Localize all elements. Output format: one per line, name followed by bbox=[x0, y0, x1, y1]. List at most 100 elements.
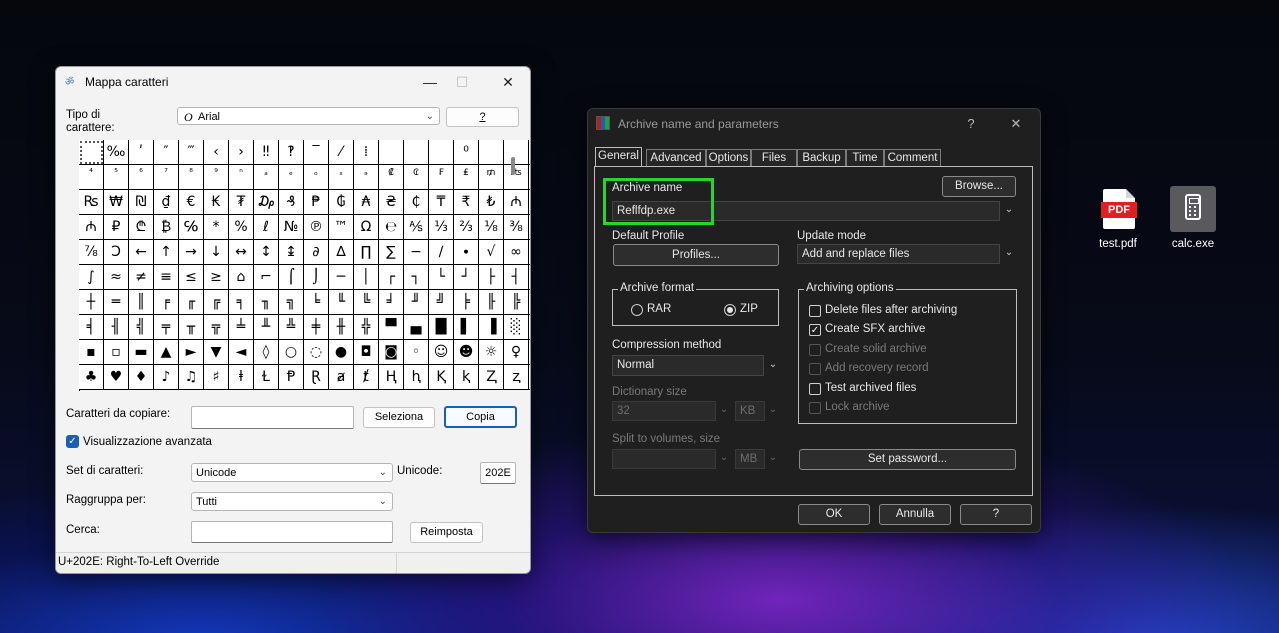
character-cell[interactable]: ♀ bbox=[504, 340, 529, 365]
select-button[interactable]: Seleziona bbox=[363, 407, 435, 428]
character-cell[interactable]: ∙ bbox=[454, 240, 479, 265]
character-cell[interactable]: ╕ bbox=[229, 290, 254, 315]
character-cell[interactable]: ₭ bbox=[204, 190, 229, 215]
character-cell[interactable]: ₡ bbox=[379, 165, 404, 190]
character-cell[interactable]: ├ bbox=[479, 265, 504, 290]
character-cell[interactable]: ─ bbox=[329, 265, 354, 290]
character-cell[interactable]: Ᵽ bbox=[279, 365, 304, 390]
grid-scrollbar[interactable] bbox=[511, 157, 515, 175]
character-cell[interactable] bbox=[529, 215, 530, 240]
character-cell[interactable]: ⱬ bbox=[504, 365, 529, 390]
charset-select[interactable]: Unicode ⌄ bbox=[191, 463, 393, 482]
character-cell[interactable]: ∆ bbox=[329, 240, 354, 265]
character-cell[interactable]: Ɫ bbox=[254, 365, 279, 390]
character-cell[interactable]: › bbox=[229, 140, 254, 165]
close-icon[interactable]: ✕ bbox=[494, 71, 522, 93]
character-cell[interactable]: ♂ bbox=[529, 340, 530, 365]
character-cell[interactable]: ₳ bbox=[354, 190, 379, 215]
character-cell[interactable]: ₩ bbox=[104, 190, 129, 215]
character-cell[interactable]: ▪ bbox=[79, 340, 104, 365]
character-cell[interactable]: ╬ bbox=[354, 315, 379, 340]
character-cell[interactable]: ◌ bbox=[304, 340, 329, 365]
character-cell[interactable]: ″ bbox=[154, 140, 179, 165]
character-cell[interactable]: ℅ bbox=[179, 215, 204, 240]
character-cell[interactable]: ╤ bbox=[154, 315, 179, 340]
character-cell[interactable]: ╒ bbox=[154, 290, 179, 315]
character-cell[interactable]: ⅍ bbox=[404, 215, 429, 240]
compression-select[interactable]: Normal bbox=[612, 355, 764, 376]
character-cell[interactable]: ↕ bbox=[254, 240, 279, 265]
desktop-icon-test-pdf[interactable]: PDF test.pdf bbox=[1087, 189, 1149, 255]
character-cell[interactable]: ╖ bbox=[254, 290, 279, 315]
set-password-button[interactable]: Set password... bbox=[799, 449, 1016, 470]
character-cell[interactable] bbox=[529, 190, 530, 215]
character-cell[interactable]: ₯ bbox=[254, 190, 279, 215]
character-cell[interactable]: ℓ bbox=[254, 215, 279, 240]
character-cell[interactable] bbox=[529, 140, 530, 165]
character-cell[interactable]: ▄ bbox=[404, 315, 429, 340]
character-cell[interactable]: ↑ bbox=[154, 240, 179, 265]
copy-button[interactable]: Copia bbox=[444, 406, 517, 428]
create-sfx-checkbox[interactable]: ✓ bbox=[809, 324, 821, 336]
character-cell[interactable]: ∞ bbox=[504, 240, 529, 265]
character-grid[interactable]: ‰ ʹ ″ ‴ ‹ › ‼ ‽ ‾ ⁄ ⁞ ⁰ ⁴ ⁵ ⁶ ⁷ ⁸ ⁹ ⁿ ₐ ₑ ₒ ₓ ₔ ₡ ₢ ₣ ₤ ₥ ₧ ₨ ₩ ₪ ₫ € ₭ ₮ ₯ ₰ ₱… bbox=[79, 140, 530, 391]
character-cell[interactable]: └ bbox=[429, 265, 454, 290]
help-button[interactable]: ? bbox=[960, 504, 1032, 525]
ok-button[interactable]: OK bbox=[798, 504, 870, 525]
character-cell[interactable]: ₵ bbox=[404, 190, 429, 215]
character-cell[interactable] bbox=[429, 140, 454, 165]
character-cell[interactable] bbox=[479, 140, 504, 165]
character-cell[interactable]: ╣ bbox=[129, 315, 154, 340]
character-cell[interactable]: ⁷ bbox=[154, 165, 179, 190]
character-cell[interactable] bbox=[529, 290, 530, 315]
character-cell[interactable]: ⅛ bbox=[479, 215, 504, 240]
character-cell[interactable]: ▌ bbox=[454, 315, 479, 340]
character-cell[interactable]: ╠ bbox=[504, 290, 529, 315]
character-cell[interactable]: ₑ bbox=[279, 165, 304, 190]
character-cell[interactable]: ⁹ bbox=[204, 165, 229, 190]
character-cell[interactable]: ♦ bbox=[129, 365, 154, 390]
character-cell[interactable]: ⌐ bbox=[254, 265, 279, 290]
advanced-view-checkbox[interactable]: ✓ bbox=[66, 435, 79, 448]
character-cell[interactable]: ₐ bbox=[254, 165, 279, 190]
character-cell[interactable]: ⅓ bbox=[429, 215, 454, 240]
character-cell[interactable]: ‹ bbox=[204, 140, 229, 165]
character-cell[interactable]: █ bbox=[429, 315, 454, 340]
character-cell[interactable]: ♫ bbox=[179, 365, 204, 390]
character-cell[interactable]: ₒ bbox=[304, 165, 329, 190]
copy-field[interactable] bbox=[191, 406, 354, 429]
character-cell[interactable]: ▲ bbox=[154, 340, 179, 365]
character-cell[interactable]: ₺ bbox=[479, 190, 504, 215]
character-cell[interactable]: ╨ bbox=[254, 315, 279, 340]
character-cell[interactable]: ‾ bbox=[304, 140, 329, 165]
character-cell[interactable]: ▼ bbox=[204, 340, 229, 365]
test-archived-checkbox[interactable] bbox=[809, 383, 821, 395]
character-cell[interactable]: € bbox=[179, 190, 204, 215]
character-cell[interactable]: ₹ bbox=[454, 190, 479, 215]
delete-files-checkbox[interactable] bbox=[809, 305, 821, 317]
character-cell[interactable]: ₼ bbox=[79, 215, 104, 240]
character-cell[interactable] bbox=[404, 140, 429, 165]
character-cell[interactable]: ₮ bbox=[229, 190, 254, 215]
tab-time[interactable]: Time bbox=[846, 149, 884, 166]
character-cell[interactable]: ‴ bbox=[179, 140, 204, 165]
chevron-down-icon[interactable]: ⌄ bbox=[1001, 247, 1017, 258]
character-cell[interactable]: ▫ bbox=[104, 340, 129, 365]
chevron-down-icon[interactable]: ⌄ bbox=[1001, 204, 1017, 215]
character-cell[interactable]: ╟ bbox=[479, 290, 504, 315]
tab-general[interactable]: General bbox=[595, 147, 642, 167]
character-cell[interactable]: ⌂ bbox=[229, 265, 254, 290]
character-cell[interactable]: ₧ bbox=[504, 165, 529, 190]
character-cell[interactable]: ║ bbox=[129, 290, 154, 315]
character-cell[interactable]: ╘ bbox=[304, 290, 329, 315]
character-cell[interactable]: ╥ bbox=[179, 315, 204, 340]
character-cell[interactable]: ⌡ bbox=[304, 265, 329, 290]
character-cell[interactable]: ← bbox=[129, 240, 154, 265]
character-cell[interactable]: ☼ bbox=[479, 340, 504, 365]
character-cell[interactable]: ◦ bbox=[404, 340, 429, 365]
close-icon[interactable]: ✕ bbox=[1004, 113, 1028, 135]
character-cell[interactable]: % bbox=[229, 215, 254, 240]
character-cell[interactable]: ╪ bbox=[304, 315, 329, 340]
character-cell[interactable]: ℮ bbox=[379, 215, 404, 240]
character-cell[interactable]: ⅜ bbox=[504, 215, 529, 240]
